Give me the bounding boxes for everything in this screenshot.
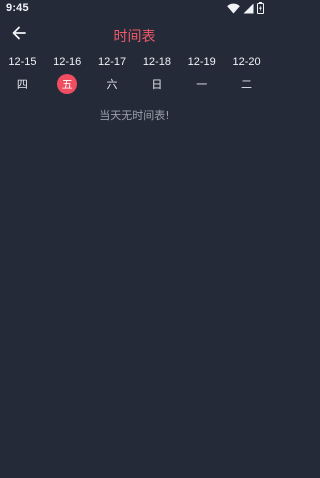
day-item[interactable]: 12-20 二: [224, 52, 269, 96]
day-item[interactable]: 12-18 日: [134, 52, 179, 96]
page-title: 时间表: [113, 29, 156, 45]
day-weekday: 日: [151, 78, 163, 91]
empty-state-message: 当天无时间表!: [99, 109, 170, 122]
day-item-selected[interactable]: 12-16 五: [45, 52, 90, 96]
day-date: 12-18: [142, 56, 171, 68]
day-weekday: 一: [196, 78, 208, 91]
day-date: 12-15: [8, 56, 37, 68]
day-item[interactable]: 12-15 四: [0, 52, 45, 96]
day-date: 12-19: [187, 56, 216, 68]
day-date: 12-16: [53, 56, 82, 68]
toolbar: 时间表: [0, 22, 269, 48]
status-icons: [227, 2, 264, 14]
status-time: 9:45: [6, 2, 29, 14]
day-weekday: 四: [16, 78, 28, 91]
day-date: 12-17: [97, 56, 127, 68]
day-date: 12-20: [232, 56, 261, 68]
day-weekday: 五: [57, 74, 78, 94]
day-item[interactable]: 12-17 六: [90, 52, 135, 96]
day-weekday: 二: [241, 78, 253, 91]
wifi-icon: [227, 3, 240, 14]
day-item[interactable]: 12-19 一: [179, 52, 224, 96]
status-bar: 9:45: [0, 0, 269, 18]
signal-icon: [243, 3, 254, 14]
battery-icon: [257, 2, 264, 14]
day-weekday: 六: [106, 78, 118, 91]
date-strip: 12-15 四 12-16 五 12-17 六 12-18 日 12-19 一 …: [0, 52, 269, 96]
